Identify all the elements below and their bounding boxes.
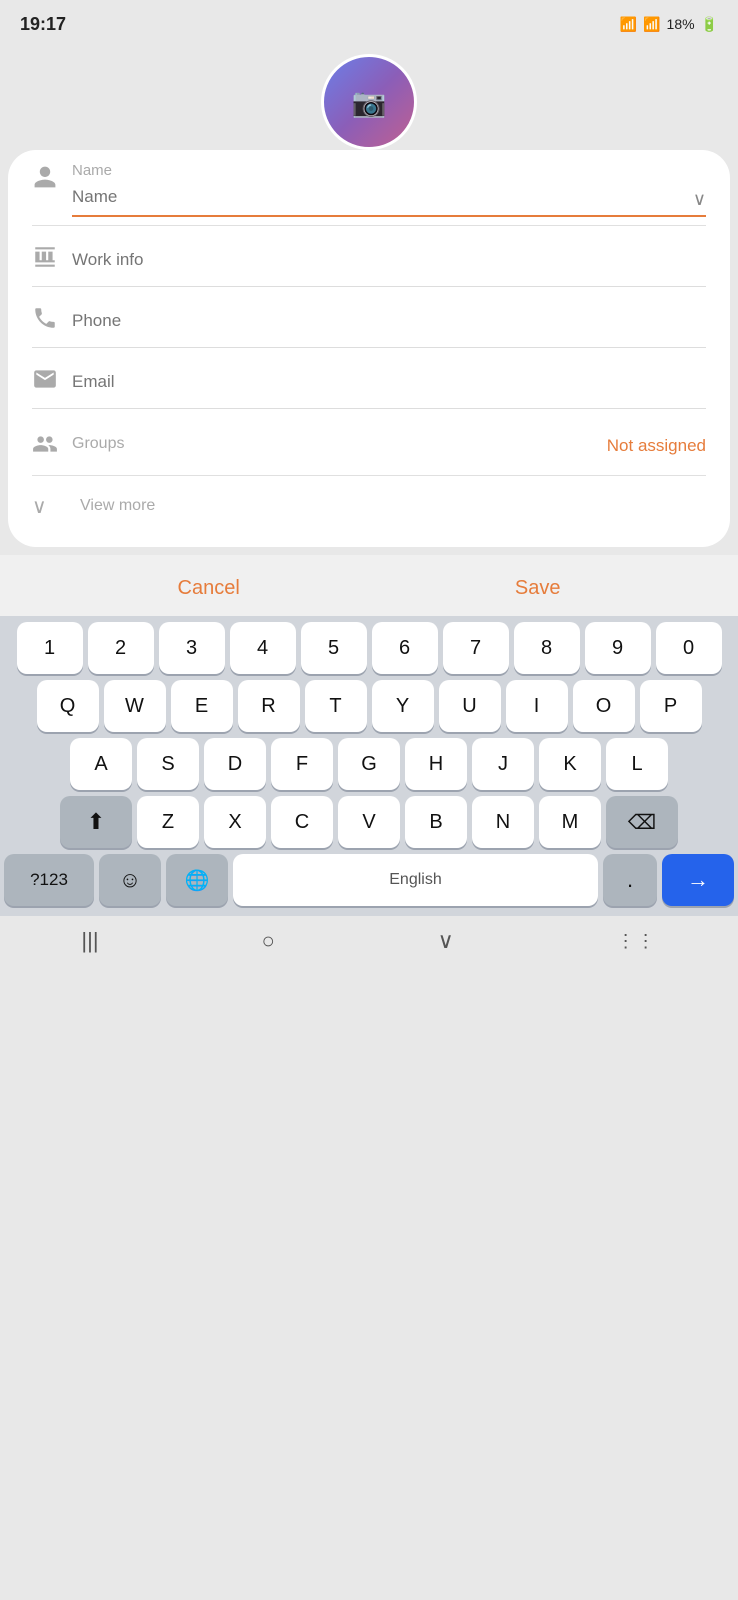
key-o[interactable]: O — [573, 680, 635, 732]
signal-icon: 📶 — [643, 16, 660, 33]
battery-icon: 🔋 — [701, 16, 718, 33]
contact-form-card: Name ∨ — [8, 150, 730, 547]
name-field-content: Name ∨ — [72, 162, 706, 217]
key-g[interactable]: G — [338, 738, 400, 790]
chevron-down-icon: ∨ — [693, 189, 706, 210]
keyboard-zxcv-row: ⬆ Z X C V B N M ⌫ — [4, 796, 734, 848]
phone-field-content — [72, 303, 706, 339]
form-section: Name ∨ — [8, 150, 730, 527]
globe-key[interactable]: 🌐 — [166, 854, 228, 906]
phone-row — [32, 291, 706, 348]
numeric-toggle-key[interactable]: ?123 — [4, 854, 94, 906]
action-bar: Cancel Save — [0, 555, 738, 616]
work-info-field-content — [72, 242, 706, 278]
status-right-icons: 📶 📶 18% 🔋 — [620, 16, 718, 33]
name-row: Name ∨ — [32, 150, 706, 226]
key-4[interactable]: 4 — [230, 622, 296, 674]
wifi-icon: 📶 — [620, 16, 637, 33]
key-a[interactable]: A — [70, 738, 132, 790]
keyboard-asdf-row: A S D F G H J K L — [4, 738, 734, 790]
key-j[interactable]: J — [472, 738, 534, 790]
avatar[interactable]: 📷 — [321, 54, 417, 150]
email-icon — [32, 364, 72, 398]
email-row — [32, 352, 706, 409]
keyboard: 1 2 3 4 5 6 7 8 9 0 Q W E R T Y U I O P … — [0, 616, 738, 916]
key-6[interactable]: 6 — [372, 622, 438, 674]
bottom-nav-bar: ||| ○ ∨ ⋮⋮ — [0, 916, 738, 972]
key-v[interactable]: V — [338, 796, 400, 848]
view-more-row[interactable]: ∨ View more — [32, 476, 706, 527]
spacebar-key[interactable]: English — [233, 854, 598, 906]
key-c[interactable]: C — [271, 796, 333, 848]
groups-row[interactable]: Groups Not assigned — [32, 413, 706, 476]
key-u[interactable]: U — [439, 680, 501, 732]
groups-value: Not assigned — [607, 436, 706, 456]
key-y[interactable]: Y — [372, 680, 434, 732]
work-info-input[interactable] — [72, 242, 706, 278]
backspace-key[interactable]: ⌫ — [606, 796, 678, 848]
name-input-row: ∨ — [72, 183, 706, 217]
key-r[interactable]: R — [238, 680, 300, 732]
key-q[interactable]: Q — [37, 680, 99, 732]
key-m[interactable]: M — [539, 796, 601, 848]
key-1[interactable]: 1 — [17, 622, 83, 674]
building-icon — [32, 242, 72, 276]
work-info-row — [32, 230, 706, 287]
key-b[interactable]: B — [405, 796, 467, 848]
status-time: 19:17 — [20, 14, 66, 35]
key-i[interactable]: I — [506, 680, 568, 732]
key-h[interactable]: H — [405, 738, 467, 790]
name-input[interactable] — [72, 183, 693, 215]
recent-nav-icon[interactable]: ∨ — [438, 928, 454, 954]
key-e[interactable]: E — [171, 680, 233, 732]
home-nav-icon[interactable]: ○ — [261, 928, 274, 954]
cancel-button[interactable]: Cancel — [138, 571, 280, 606]
person-icon — [32, 162, 72, 196]
key-d[interactable]: D — [204, 738, 266, 790]
groups-label: Groups — [72, 435, 124, 453]
phone-icon — [32, 303, 72, 337]
key-z[interactable]: Z — [137, 796, 199, 848]
key-8[interactable]: 8 — [514, 622, 580, 674]
period-key[interactable]: . — [603, 854, 657, 906]
camera-icon: 📷 — [352, 86, 387, 119]
battery-percentage: 18% — [667, 16, 695, 32]
key-p[interactable]: P — [640, 680, 702, 732]
view-more-label: View more — [80, 497, 155, 515]
save-button[interactable]: Save — [475, 571, 601, 606]
view-more-chevron-icon: ∨ — [32, 492, 72, 519]
key-k[interactable]: K — [539, 738, 601, 790]
emoji-key[interactable]: ☺ — [99, 854, 161, 906]
shift-key[interactable]: ⬆ — [60, 796, 132, 848]
back-nav-icon[interactable]: ||| — [81, 928, 98, 954]
key-2[interactable]: 2 — [88, 622, 154, 674]
key-5[interactable]: 5 — [301, 622, 367, 674]
key-w[interactable]: W — [104, 680, 166, 732]
key-0[interactable]: 0 — [656, 622, 722, 674]
email-input[interactable] — [72, 364, 706, 400]
key-x[interactable]: X — [204, 796, 266, 848]
key-9[interactable]: 9 — [585, 622, 651, 674]
keyboard-qwerty-row: Q W E R T Y U I O P — [4, 680, 734, 732]
key-t[interactable]: T — [305, 680, 367, 732]
key-s[interactable]: S — [137, 738, 199, 790]
phone-input[interactable] — [72, 303, 706, 339]
email-field-content — [72, 364, 706, 400]
enter-key[interactable]: → — [662, 854, 734, 906]
key-n[interactable]: N — [472, 796, 534, 848]
keyboard-bottom-row: ?123 ☺ 🌐 English . → — [4, 854, 734, 906]
keyboard-number-row: 1 2 3 4 5 6 7 8 9 0 — [4, 622, 734, 674]
key-3[interactable]: 3 — [159, 622, 225, 674]
key-l[interactable]: L — [606, 738, 668, 790]
apps-nav-icon[interactable]: ⋮⋮ — [617, 931, 657, 952]
groups-content: Groups Not assigned — [72, 435, 706, 457]
groups-icon — [32, 429, 72, 463]
status-bar: 19:17 📶 📶 18% 🔋 — [0, 0, 738, 44]
name-label: Name — [72, 162, 706, 179]
key-f[interactable]: F — [271, 738, 333, 790]
key-7[interactable]: 7 — [443, 622, 509, 674]
